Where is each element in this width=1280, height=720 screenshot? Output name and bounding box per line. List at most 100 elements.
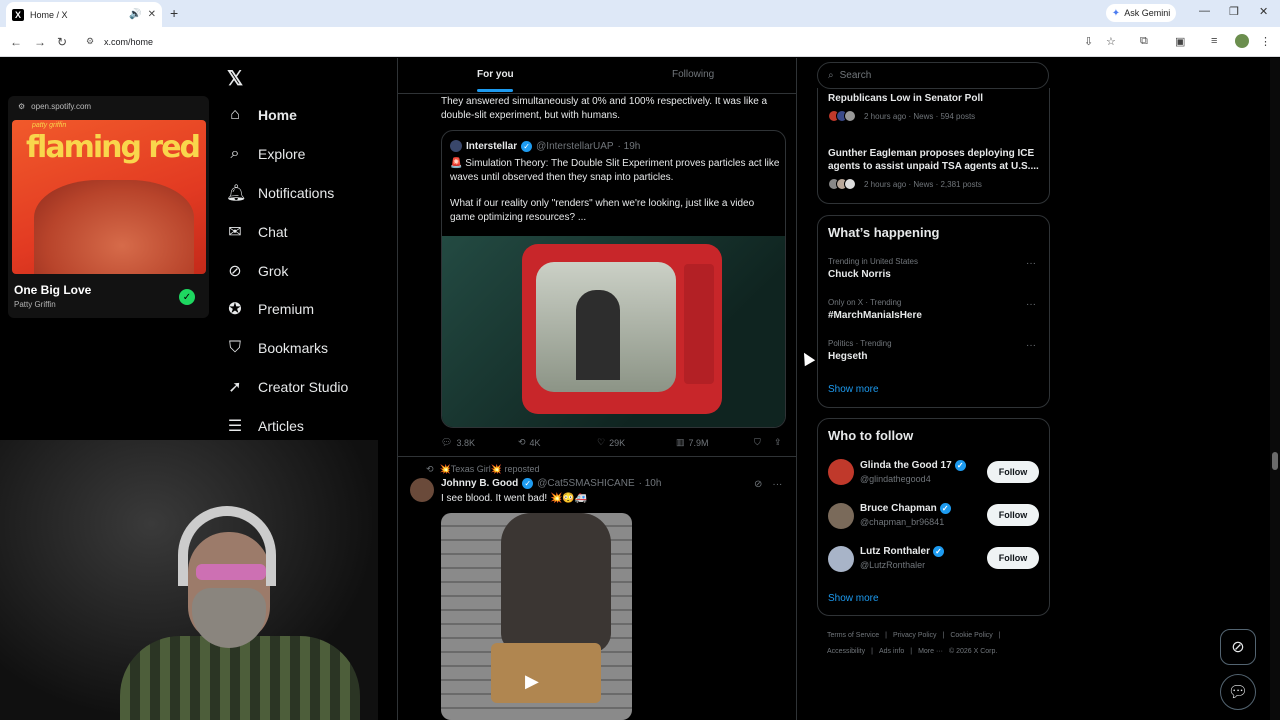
views-button[interactable]: ▥ 7.9M: [676, 437, 709, 448]
quote-handle[interactable]: @InterstellarUAP: [536, 141, 613, 152]
reply-button[interactable]: 💬︎ 3.8K: [441, 437, 475, 448]
sidepanel-icon[interactable]: ▣: [1175, 35, 1185, 48]
new-tab-button[interactable]: +: [170, 5, 178, 21]
post-time[interactable]: · 10h: [639, 478, 662, 489]
browser-tab[interactable]: X Home / X 🔊 ✕: [6, 2, 162, 27]
nav-item-premium[interactable]: ✪ Premium: [226, 294, 314, 324]
more-icon[interactable]: ···: [1026, 340, 1036, 351]
avatar[interactable]: [450, 140, 462, 152]
trend-name[interactable]: Hegseth: [828, 351, 867, 362]
grok-fab-icon[interactable]: ⊘: [1220, 629, 1256, 665]
avatar[interactable]: [410, 478, 434, 502]
extensions-icon[interactable]: ⧉: [1140, 35, 1148, 48]
ask-gemini-button[interactable]: ✦ Ask Gemini: [1106, 4, 1176, 22]
post-video[interactable]: ▶: [441, 513, 632, 720]
avatar[interactable]: [828, 503, 854, 529]
avatar[interactable]: [828, 459, 854, 485]
footer-link[interactable]: Accessibility: [827, 648, 865, 655]
quote-time[interactable]: · 19h: [618, 141, 641, 152]
restore-icon[interactable]: ❐: [1229, 5, 1239, 18]
close-tab-icon[interactable]: ✕: [148, 9, 156, 20]
address-bar[interactable]: ⚙ x.com/home: [80, 31, 1090, 53]
repost-icon: ⟲: [426, 464, 434, 474]
more-icon[interactable]: ···: [1026, 258, 1036, 269]
footer-link[interactable]: Ads info: [879, 648, 904, 655]
trend-name[interactable]: #MarchManiaIsHere: [828, 310, 922, 321]
spotify-miniplayer[interactable]: ⚙ open.spotify.com patty griffin flaming…: [8, 96, 209, 318]
user-name: Glinda the Good 17: [860, 460, 952, 471]
show-more-link[interactable]: Show more: [828, 384, 879, 395]
share-button[interactable]: ⇪: [774, 437, 782, 448]
profile-avatar[interactable]: [1235, 34, 1249, 48]
nav-label: Bookmarks: [258, 340, 329, 356]
quote-image[interactable]: [442, 236, 785, 427]
forward-icon[interactable]: →: [34, 35, 46, 49]
scrollbar-thumb[interactable]: [1272, 452, 1278, 470]
quote-author-name[interactable]: Interstellar: [466, 141, 517, 152]
repost-indicator[interactable]: ⟲ 💥Texas Girl💥 reposted: [426, 464, 540, 475]
post-author-name[interactable]: Johnny B. Good: [441, 478, 518, 489]
follow-suggestion-name[interactable]: Lutz Ronthaler ✓: [860, 546, 944, 557]
news-meta-text: 2 hours ago · News · 594 posts: [864, 111, 976, 121]
quoted-post[interactable]: Interstellar ✓ @InterstellarUAP · 19h 🚨 …: [441, 130, 786, 428]
nav-item-chat[interactable]: ✉ Chat: [226, 217, 287, 247]
footer-link[interactable]: Privacy Policy: [893, 632, 937, 639]
nav-label: Articles: [258, 418, 304, 434]
follow-button[interactable]: Follow: [987, 547, 1039, 569]
more-icon[interactable]: ···: [772, 479, 782, 490]
bookmark-button[interactable]: ⛉: [754, 437, 761, 448]
close-window-icon[interactable]: ✕: [1259, 5, 1268, 18]
tab-for-you[interactable]: For you: [477, 69, 514, 80]
tab-title: Home / X: [30, 9, 68, 20]
search-input[interactable]: ⌕ Search: [817, 62, 1049, 89]
like-button[interactable]: ♡ 29K: [597, 437, 625, 448]
repost-button[interactable]: ⟲ 4K: [518, 437, 541, 448]
minimize-icon[interactable]: —: [1199, 5, 1210, 17]
speaker-icon[interactable]: 🔊: [129, 9, 141, 20]
nav-item-grok[interactable]: ⊘ Grok: [226, 256, 288, 286]
media-icon[interactable]: ≡: [1211, 35, 1217, 47]
trend-name[interactable]: Chuck Norris: [828, 269, 891, 280]
user-name: Lutz Ronthaler: [860, 546, 930, 557]
messages-fab-icon[interactable]: 💬︎: [1220, 674, 1256, 710]
nav-item-explore[interactable]: ⌕ Explore: [226, 139, 306, 169]
tab-following[interactable]: Following: [672, 69, 714, 80]
tab-indicator: [477, 89, 513, 92]
follow-suggestion-name[interactable]: Glinda the Good 17 ✓: [860, 460, 966, 471]
install-icon[interactable]: ⇩: [1084, 35, 1093, 48]
follow-button[interactable]: Follow: [987, 461, 1039, 483]
album-title-text: flaming red: [26, 130, 201, 165]
news-title[interactable]: Republicans Low in Senator Poll: [828, 92, 1043, 105]
user-handle: @chapman_br96841: [860, 517, 945, 527]
site-info-icon[interactable]: ⚙: [86, 36, 94, 47]
nav-item-home[interactable]: ⌂ Home: [226, 100, 297, 130]
footer-link[interactable]: More ···: [918, 648, 943, 655]
nav-item-bookmarks[interactable]: ⛉ Bookmarks: [226, 333, 328, 363]
nav-item-articles[interactable]: ☰ Articles: [226, 411, 304, 441]
nav-item-creator-studio[interactable]: ➚ Creator Studio: [226, 372, 348, 402]
footer-link[interactable]: Cookie Policy: [950, 632, 992, 639]
grok-icon[interactable]: ⊘: [754, 479, 762, 490]
post-handle[interactable]: @Cat5SMASHICANE: [537, 478, 634, 489]
heart-icon: ♡: [597, 437, 606, 447]
post-text: They answered simultaneously at 0% and 1…: [441, 96, 768, 121]
news-title[interactable]: Gunther Eagleman proposes deploying ICE …: [828, 147, 1043, 173]
footer-link[interactable]: Terms of Service: [827, 632, 879, 639]
reload-icon[interactable]: ↻: [57, 35, 67, 49]
follow-button[interactable]: Follow: [987, 504, 1039, 526]
nav-item-notifications[interactable]: 🔔︎ Notifications: [226, 178, 334, 208]
back-icon[interactable]: ←: [10, 35, 22, 49]
news-meta: 2 hours ago · News · 594 posts: [828, 110, 975, 122]
more-icon[interactable]: ···: [1026, 299, 1036, 310]
play-icon[interactable]: ▶: [525, 671, 547, 693]
avatar[interactable]: [828, 546, 854, 572]
user-handle: @glindathegood4: [860, 474, 931, 484]
trend-context: Trending in United States: [828, 257, 918, 266]
menu-icon[interactable]: ⋮: [1260, 35, 1271, 48]
x-logo-icon[interactable]: 𝕏: [227, 66, 243, 91]
show-more-link[interactable]: Show more: [828, 593, 879, 604]
liked-check-icon[interactable]: ✓: [179, 289, 195, 305]
bookmark-star-icon[interactable]: ☆: [1106, 35, 1116, 48]
scrollbar[interactable]: [1270, 58, 1280, 720]
follow-suggestion-name[interactable]: Bruce Chapman ✓: [860, 503, 951, 514]
